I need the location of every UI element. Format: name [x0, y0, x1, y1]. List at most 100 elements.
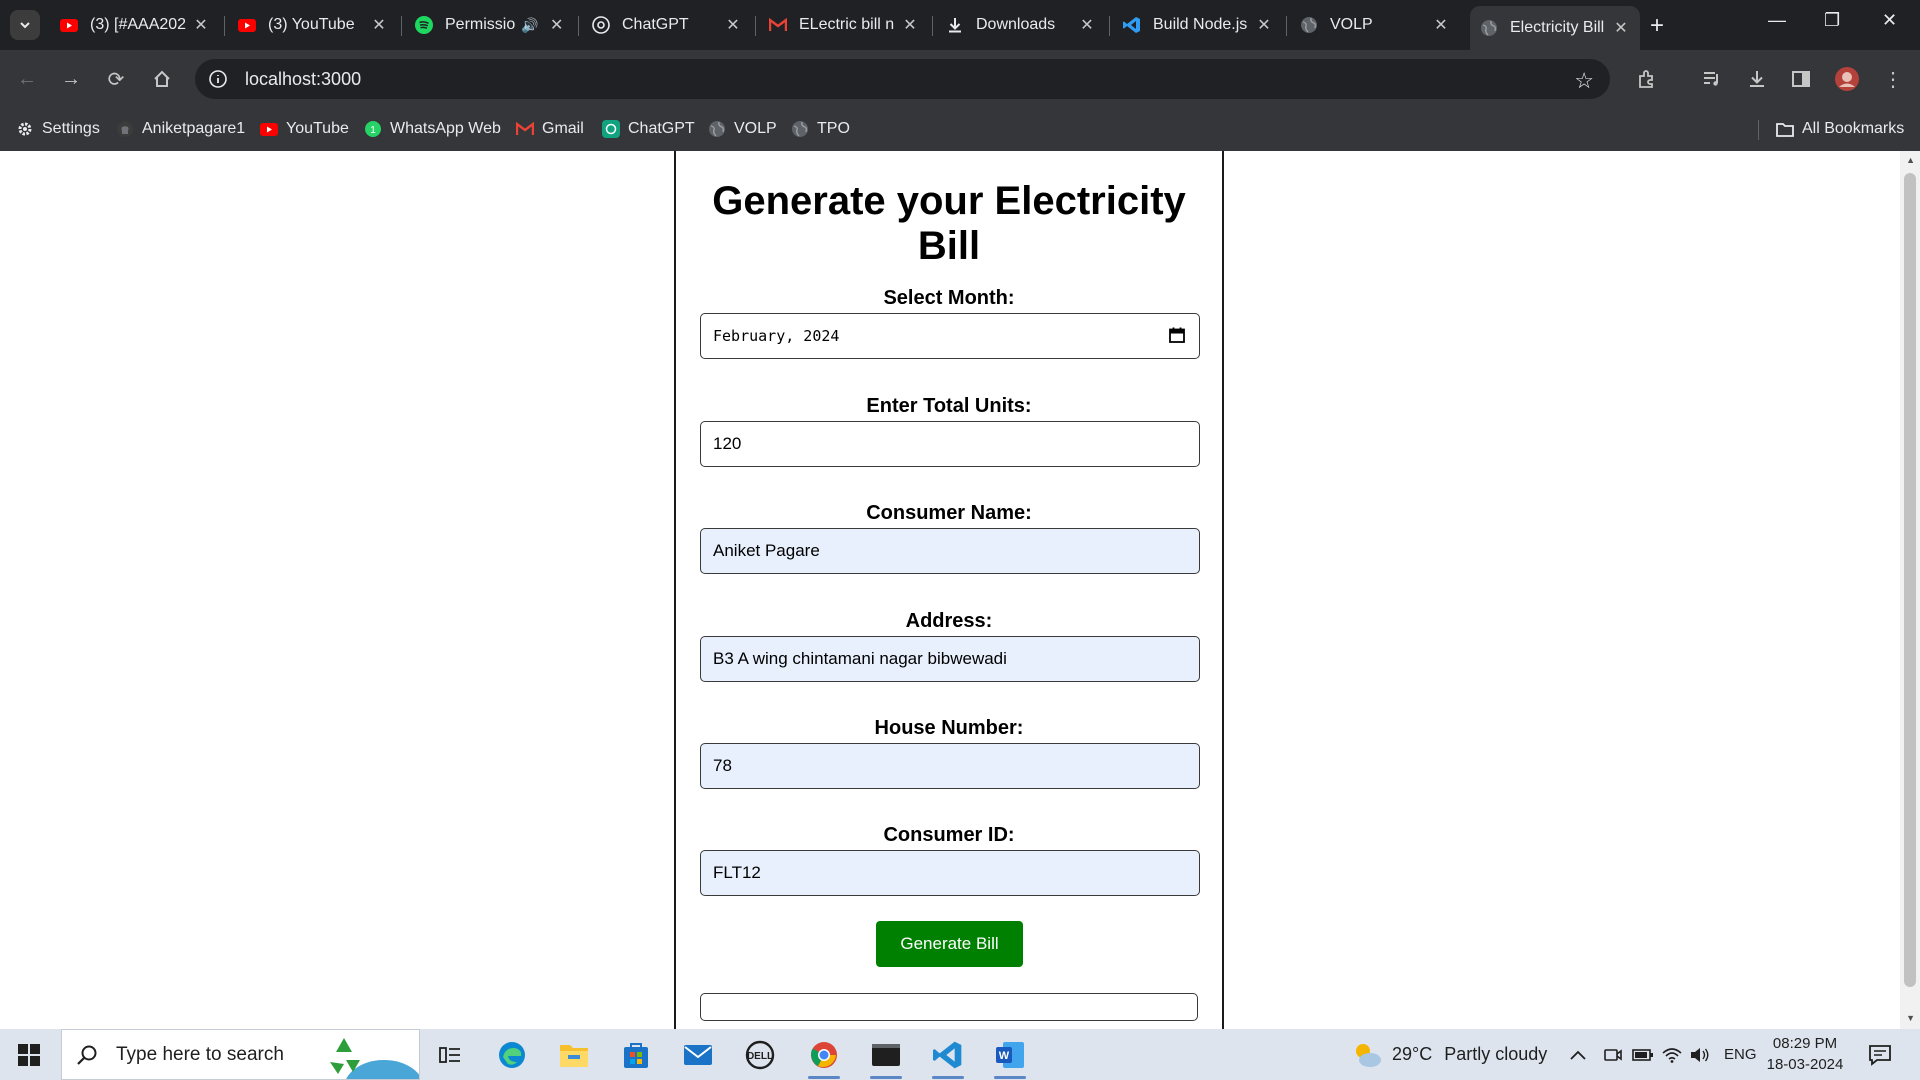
- language-indicator[interactable]: ENG: [1724, 1029, 1757, 1080]
- windows-start-icon[interactable]: [18, 1044, 40, 1066]
- bookmark-volp[interactable]: VOLP: [708, 116, 777, 142]
- page-scrollbar[interactable]: ▲ ▼: [1900, 151, 1920, 1029]
- address-bar[interactable]: localhost:3000 ☆: [195, 59, 1610, 99]
- bookmarks-bar: Settings Aniketpagare1 YouTube 1 WhatsAp…: [0, 108, 1920, 151]
- weather-widget[interactable]: 29°C Partly cloudy: [1352, 1029, 1547, 1080]
- tab-title: Permissio: [445, 16, 516, 33]
- close-icon[interactable]: ✕: [370, 15, 388, 35]
- terminal-icon[interactable]: [868, 1037, 904, 1079]
- mail-icon[interactable]: [680, 1037, 716, 1073]
- tab-search-button[interactable]: [10, 10, 40, 40]
- tab-divider: [578, 16, 579, 36]
- restore-icon[interactable]: ❐: [1824, 10, 1840, 31]
- close-icon[interactable]: ✕: [901, 15, 919, 35]
- close-icon[interactable]: ✕: [724, 15, 742, 35]
- tab-title: Electricity Bill: [1510, 19, 1605, 36]
- tab-gmail[interactable]: ELectric bill n ✕: [759, 7, 929, 43]
- tab-volp[interactable]: VOLP ✕: [1290, 7, 1460, 43]
- tab-vscode[interactable]: Build Node.js ✕: [1113, 7, 1283, 43]
- scrollbar-thumb[interactable]: [1904, 173, 1916, 987]
- close-icon[interactable]: ✕: [192, 15, 210, 35]
- notifications-icon[interactable]: [1868, 1029, 1892, 1080]
- tab-title: (3) YouTube: [268, 16, 355, 33]
- bookmark-star-icon[interactable]: ☆: [1574, 68, 1594, 94]
- wifi-icon[interactable]: [1662, 1029, 1682, 1080]
- chatgpt-icon: [602, 120, 620, 138]
- chatgpt-icon: [592, 16, 610, 34]
- task-view-icon[interactable]: [432, 1037, 468, 1073]
- profile-avatar[interactable]: [1834, 66, 1860, 92]
- dell-icon[interactable]: DELL: [742, 1037, 778, 1073]
- microsoft-store-icon[interactable]: [618, 1037, 654, 1073]
- units-input[interactable]: 120: [700, 421, 1200, 467]
- forward-arrow-icon[interactable]: →: [58, 66, 84, 92]
- units-label: Enter Total Units:: [866, 395, 1032, 417]
- bookmark-gmail[interactable]: Gmail: [516, 116, 584, 142]
- month-input[interactable]: February, 2024: [700, 313, 1200, 359]
- taskbar-search-input[interactable]: Type here to search: [61, 1029, 420, 1080]
- tab-youtube-aaa[interactable]: (3) [#AAA202 ✕: [50, 7, 220, 43]
- scroll-up-arrow-icon[interactable]: ▲: [1906, 155, 1915, 165]
- bookmark-chatgpt[interactable]: ChatGPT: [602, 116, 695, 142]
- tab-downloads[interactable]: Downloads ✕: [936, 7, 1106, 43]
- address-input[interactable]: B3 A wing chintamani nagar bibwewadi: [700, 636, 1200, 682]
- media-control-icon[interactable]: [1699, 66, 1725, 92]
- house-number-input[interactable]: 78: [700, 743, 1200, 789]
- minimize-icon[interactable]: —: [1768, 10, 1786, 31]
- vscode-taskbar-icon[interactable]: [930, 1037, 966, 1079]
- bookmark-label: YouTube: [286, 120, 349, 137]
- side-panel-icon[interactable]: [1788, 66, 1814, 92]
- scroll-down-arrow-icon[interactable]: ▼: [1906, 1013, 1915, 1023]
- tab-title: ELectric bill n: [799, 16, 895, 33]
- back-arrow-icon[interactable]: ←: [14, 66, 40, 92]
- address-value: B3 A wing chintamani nagar bibwewadi: [713, 649, 1007, 668]
- close-icon[interactable]: ✕: [548, 15, 565, 35]
- volume-icon[interactable]: [1690, 1029, 1710, 1080]
- youtube-icon: [60, 16, 78, 34]
- tab-divider: [932, 16, 933, 36]
- bookmark-label: Aniketpagare1: [142, 120, 246, 137]
- close-icon[interactable]: ✕: [1432, 15, 1450, 35]
- svg-text:DELL: DELL: [747, 1051, 773, 1062]
- github-icon: [116, 120, 134, 138]
- bookmark-tpo[interactable]: TPO: [791, 116, 850, 142]
- generate-bill-button[interactable]: Generate Bill: [876, 921, 1023, 967]
- globe-icon: [1480, 19, 1498, 37]
- bookmark-whatsapp[interactable]: 1 WhatsApp Web: [364, 116, 501, 142]
- consumer-id-input[interactable]: FLT12: [700, 850, 1200, 896]
- extensions-icon[interactable]: [1634, 66, 1660, 92]
- downloads-icon[interactable]: [1744, 66, 1770, 92]
- edge-browser-icon[interactable]: [494, 1037, 530, 1073]
- all-bookmarks-button[interactable]: All Bookmarks: [1776, 116, 1904, 142]
- tab-title: ChatGPT: [622, 16, 689, 33]
- bookmark-youtube[interactable]: YouTube: [260, 116, 349, 142]
- consumer-name-input[interactable]: Aniket Pagare: [700, 528, 1200, 574]
- tab-spotify[interactable]: Permissio 🔊 ✕: [405, 7, 575, 43]
- tab-electricity-bill[interactable]: Electricity Bill ✕: [1470, 6, 1640, 50]
- close-icon[interactable]: ✕: [1255, 15, 1273, 35]
- home-icon[interactable]: [149, 66, 175, 92]
- reload-icon[interactable]: ⟳: [103, 66, 129, 92]
- bookmark-settings[interactable]: Settings: [16, 116, 100, 142]
- new-tab-button[interactable]: +: [1650, 12, 1664, 40]
- word-icon[interactable]: W: [992, 1037, 1028, 1079]
- gmail-icon: [516, 120, 534, 138]
- month-value: February, 2024: [713, 327, 840, 345]
- tab-youtube[interactable]: (3) YouTube ✕: [228, 7, 398, 43]
- tab-chatgpt[interactable]: ChatGPT ✕: [582, 7, 752, 43]
- meet-now-icon[interactable]: [1604, 1029, 1622, 1080]
- close-window-icon[interactable]: ✕: [1882, 10, 1897, 31]
- calendar-icon[interactable]: [1169, 327, 1185, 343]
- close-icon[interactable]: ✕: [1612, 18, 1630, 38]
- site-info-icon[interactable]: [207, 68, 229, 90]
- battery-icon[interactable]: [1632, 1029, 1654, 1080]
- close-icon[interactable]: ✕: [1078, 15, 1096, 35]
- system-clock[interactable]: 08:29 PM 18-03-2024: [1760, 1033, 1850, 1075]
- chrome-menu-icon[interactable]: ⋮: [1880, 66, 1906, 92]
- chevron-down-icon: [20, 22, 30, 29]
- file-explorer-icon[interactable]: [556, 1037, 592, 1073]
- chrome-icon[interactable]: [806, 1037, 842, 1079]
- show-hidden-icons-chevron-icon[interactable]: [1570, 1029, 1586, 1080]
- speaker-icon[interactable]: 🔊: [521, 17, 538, 34]
- bookmark-github[interactable]: Aniketpagare1: [116, 116, 245, 142]
